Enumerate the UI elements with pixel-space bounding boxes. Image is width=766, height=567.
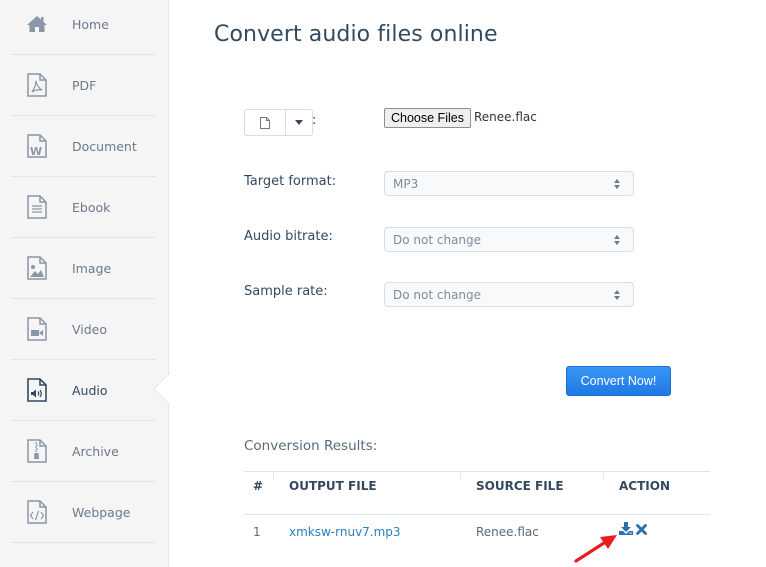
sidebar-item-label: Image [72,260,112,276]
convert-now-button[interactable]: Convert Now! [566,366,671,396]
file-source-button[interactable] [245,110,286,135]
webpage-file-icon [25,500,49,524]
audio-bitrate-value: Do not change [393,232,482,247]
target-format-value: MP3 [393,176,419,191]
target-format-select[interactable]: MP3 [384,171,634,196]
results-title: Conversion Results: [244,438,378,454]
sidebar-item-pdf[interactable]: PDF [11,55,156,116]
sidebar-item-label: Video [72,321,108,337]
sidebar-item-archive[interactable]: Archive [11,421,156,482]
audio-file-icon [25,378,49,402]
table-top-border [244,471,710,472]
sidebar-item-label: PDF [72,77,97,93]
sidebar-item-image[interactable]: Image [11,238,156,299]
word-document-icon: W [25,134,49,158]
source-colon: : [312,113,317,128]
sample-rate-value: Do not change [393,287,482,302]
column-header-source-file: SOURCE FILE [476,479,564,493]
sidebar-item-label: Archive [72,443,119,459]
audio-bitrate-select[interactable]: Do not change [384,227,634,252]
sample-rate-label: Sample rate: [244,284,328,299]
sidebar: Home PDF W Document Ebook Image Video Au… [0,0,169,567]
delete-icon[interactable] [636,524,647,535]
select-arrows-icon [614,179,620,189]
chosen-file-name: Renee.flac [474,110,537,124]
sidebar-item-label: Audio [72,382,108,398]
video-file-icon [25,317,49,341]
column-header-action: ACTION [619,479,670,493]
column-header-output-file: OUTPUT FILE [289,479,377,493]
sidebar-item-label: Webpage [72,504,131,520]
sidebar-item-label: Home [72,16,109,32]
select-arrows-icon [614,235,620,245]
table-header-border [244,514,710,515]
sample-rate-select[interactable]: Do not change [384,282,634,307]
sidebar-item-document[interactable]: W Document [11,116,156,177]
choose-files-button[interactable]: Choose Files [384,108,471,128]
row-index: 1 [253,525,261,539]
pdf-file-icon [25,73,49,97]
select-arrows-icon [614,290,620,300]
caret-down-icon [295,120,303,125]
archive-file-icon [25,439,49,463]
home-icon [25,12,49,36]
source-dropdown-toggle[interactable] [286,110,312,135]
annotation-arrow-icon [574,535,617,563]
file-icon [260,116,270,129]
svg-text:W: W [30,145,42,158]
sidebar-item-video[interactable]: Video [11,299,156,360]
source-button-group [244,109,313,136]
output-file-link[interactable]: xmksw-rnuv7.mp3 [289,525,401,539]
sidebar-item-label: Document [72,138,137,154]
ebook-file-icon [25,195,49,219]
sidebar-item-ebook[interactable]: Ebook [11,177,156,238]
sidebar-item-webpage[interactable]: Webpage [11,482,156,543]
audio-bitrate-label: Audio bitrate: [244,229,333,244]
image-file-icon [25,256,49,280]
sidebar-item-label: Ebook [72,199,111,215]
column-header-index: # [253,479,264,493]
sidebar-item-audio[interactable]: Audio [11,360,156,421]
target-format-label: Target format: [244,174,337,189]
page-title: Convert audio files online [214,22,498,47]
download-icon[interactable] [619,522,633,535]
sidebar-item-home[interactable]: Home [11,0,156,55]
source-file-name: Renee.flac [476,525,539,539]
